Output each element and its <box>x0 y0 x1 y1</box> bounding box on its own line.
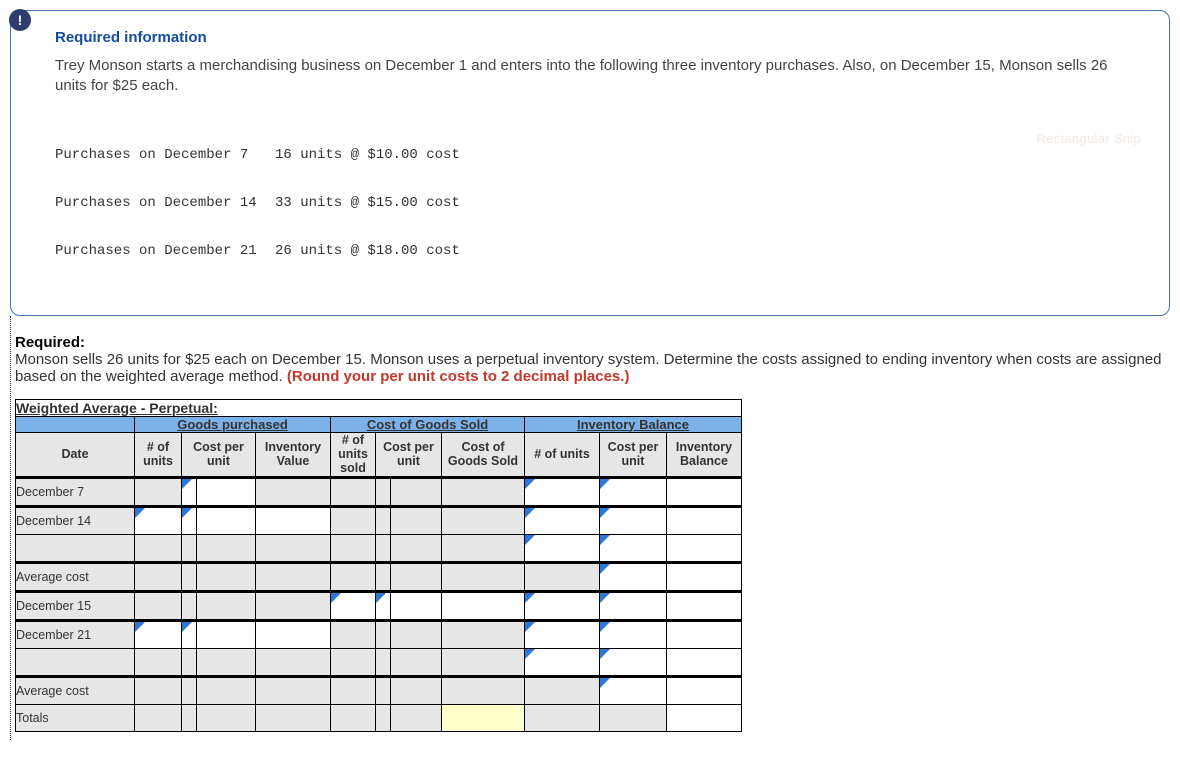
input-cell[interactable] <box>525 477 600 506</box>
date-cell <box>16 648 135 676</box>
input-cell[interactable] <box>256 620 331 648</box>
input-cell[interactable] <box>600 620 667 648</box>
input-cell[interactable] <box>182 620 197 648</box>
col-b-units: # of units <box>525 432 600 477</box>
input-cell[interactable] <box>667 591 742 620</box>
group-header-balance: Inventory Balance <box>525 416 742 432</box>
input-cell[interactable] <box>182 477 197 506</box>
input-cell[interactable] <box>525 506 600 534</box>
input-cell[interactable] <box>667 506 742 534</box>
input-cell[interactable] <box>600 591 667 620</box>
purchase-row-label: Purchases on December 7 <box>55 147 275 163</box>
intro-paragraph: Trey Monson starts a merchandising busin… <box>55 56 1129 97</box>
group-header-goods: Goods purchased <box>135 416 331 432</box>
input-cell[interactable] <box>525 648 600 676</box>
group-header-cogs: Cost of Goods Sold <box>331 416 525 432</box>
purchase-row-label: Purchases on December 14 <box>55 195 275 211</box>
input-cell[interactable] <box>135 620 182 648</box>
input-cell[interactable] <box>197 477 256 506</box>
input-cell[interactable] <box>667 534 742 562</box>
purchase-row-detail: 33 units @ $15.00 cost <box>275 195 460 211</box>
purchase-list: Purchases on December 716 units @ $10.00… <box>55 115 1129 291</box>
input-cell[interactable] <box>600 676 667 704</box>
input-cell[interactable] <box>525 620 600 648</box>
input-cell[interactable] <box>600 506 667 534</box>
date-cell: Average cost <box>16 676 135 704</box>
input-cell[interactable] <box>667 676 742 704</box>
col-s-cogs: Cost of Goods Sold <box>442 432 525 477</box>
totals-cogs-cell[interactable] <box>442 704 525 731</box>
date-cell: Average cost <box>16 562 135 591</box>
input-cell[interactable] <box>197 620 256 648</box>
col-g-inv: Inventory Value <box>256 432 331 477</box>
alert-icon: ! <box>9 9 31 31</box>
required-section: Required: Monson sells 26 units for $25 … <box>15 334 1180 385</box>
table-title: Weighted Average - Perpetual: <box>16 399 742 416</box>
purchase-row-detail: 26 units @ $18.00 cost <box>275 243 460 259</box>
required-information-box: ! Required information Trey Monson start… <box>10 10 1170 316</box>
input-cell[interactable] <box>667 477 742 506</box>
input-cell[interactable] <box>600 477 667 506</box>
col-g-cpu: Cost per unit <box>182 432 256 477</box>
input-cell[interactable] <box>667 562 742 591</box>
input-cell[interactable] <box>600 534 667 562</box>
input-cell[interactable] <box>525 591 600 620</box>
required-label: Required: <box>15 334 85 351</box>
input-cell[interactable] <box>442 591 525 620</box>
date-cell: December 7 <box>16 477 135 506</box>
input-cell[interactable] <box>376 477 391 506</box>
input-cell[interactable] <box>667 648 742 676</box>
input-cell[interactable] <box>667 620 742 648</box>
weighted-average-table: Weighted Average - Perpetual: Goods purc… <box>15 399 742 732</box>
input-cell[interactable] <box>135 477 182 506</box>
col-b-bal: Inventory Balance <box>667 432 742 477</box>
totals-balance-cell[interactable] <box>667 704 742 731</box>
input-cell[interactable] <box>256 477 331 506</box>
input-cell[interactable] <box>256 506 331 534</box>
date-cell: December 15 <box>16 591 135 620</box>
purchase-row-label: Purchases on December 21 <box>55 243 275 259</box>
input-cell[interactable] <box>525 534 600 562</box>
input-cell[interactable] <box>182 506 197 534</box>
input-cell[interactable] <box>391 591 442 620</box>
purchase-row-detail: 16 units @ $10.00 cost <box>275 147 460 163</box>
col-g-units: # of units <box>135 432 182 477</box>
input-cell[interactable] <box>391 477 442 506</box>
date-cell <box>16 534 135 562</box>
required-note: (Round your per unit costs to 2 decimal … <box>287 368 630 385</box>
input-cell[interactable] <box>331 591 376 620</box>
date-cell: December 21 <box>16 620 135 648</box>
col-b-cpu: Cost per unit <box>600 432 667 477</box>
col-s-cpu: Cost per unit <box>376 432 442 477</box>
input-cell[interactable] <box>331 477 376 506</box>
input-cell[interactable] <box>600 562 667 591</box>
input-cell[interactable] <box>197 506 256 534</box>
input-cell[interactable] <box>600 648 667 676</box>
col-date: Date <box>16 432 135 477</box>
input-cell[interactable] <box>135 506 182 534</box>
col-s-units: # of units sold <box>331 432 376 477</box>
date-cell: Totals <box>16 704 135 731</box>
date-cell: December 14 <box>16 506 135 534</box>
required-information-header: Required information <box>55 29 1129 46</box>
input-cell[interactable] <box>376 591 391 620</box>
